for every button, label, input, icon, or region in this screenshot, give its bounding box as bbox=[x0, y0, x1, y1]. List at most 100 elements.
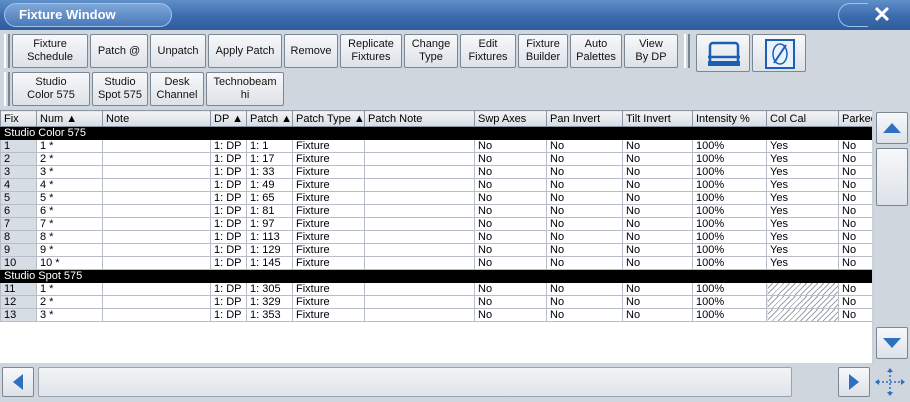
column-header[interactable]: Note bbox=[102, 110, 211, 127]
table-cell[interactable] bbox=[766, 295, 839, 309]
table-cell[interactable]: No bbox=[546, 256, 623, 270]
table-cell[interactable]: 100% bbox=[692, 178, 767, 192]
table-cell[interactable]: 1: 1 bbox=[246, 139, 293, 153]
table-row[interactable]: 22 * 1: DP 1: 17 Fixture No No No 100% Yes No bbox=[0, 152, 872, 166]
column-header[interactable]: Fix bbox=[0, 110, 37, 127]
fixture-schedule-button[interactable]: Fixture Schedule bbox=[12, 34, 88, 68]
table-cell[interactable]: 1: DP bbox=[210, 191, 247, 205]
table-cell[interactable]: 5 * bbox=[36, 191, 103, 205]
table-cell[interactable]: 1: DP bbox=[210, 178, 247, 192]
table-cell[interactable]: No bbox=[838, 256, 872, 270]
table-row[interactable]: 33 * 1: DP 1: 33 Fixture No No No 100% Yes No bbox=[0, 165, 872, 179]
table-cell[interactable]: Fixture bbox=[292, 308, 365, 322]
table-cell[interactable]: 1: 353 bbox=[246, 308, 293, 322]
table-cell[interactable]: Fixture bbox=[292, 295, 365, 309]
table-cell[interactable]: No bbox=[838, 191, 872, 205]
table-cell[interactable]: No bbox=[546, 152, 623, 166]
table-cell[interactable]: 100% bbox=[692, 191, 767, 205]
toolbar-grip[interactable] bbox=[4, 72, 10, 106]
table-cell[interactable]: No bbox=[546, 243, 623, 257]
table-cell[interactable]: 11 bbox=[0, 282, 37, 296]
table-cell[interactable] bbox=[102, 243, 211, 257]
table-cell[interactable]: No bbox=[622, 256, 693, 270]
column-header[interactable]: Patch Note bbox=[364, 110, 475, 127]
table-cell[interactable] bbox=[364, 282, 475, 296]
table-cell[interactable]: Yes bbox=[766, 230, 839, 244]
table-cell[interactable]: No bbox=[622, 178, 693, 192]
table-cell[interactable]: 3 * bbox=[36, 165, 103, 179]
table-cell[interactable]: No bbox=[838, 308, 872, 322]
table-cell[interactable] bbox=[102, 308, 211, 322]
column-header[interactable]: Num ▲ bbox=[36, 110, 103, 127]
table-cell[interactable]: No bbox=[622, 165, 693, 179]
table-row[interactable]: 77 * 1: DP 1: 97 Fixture No No No 100% Yes No bbox=[0, 217, 872, 231]
table-cell[interactable]: 1 * bbox=[36, 139, 103, 153]
table-cell[interactable]: 13 bbox=[0, 308, 37, 322]
table-cell[interactable]: 100% bbox=[692, 243, 767, 257]
table-cell[interactable]: 1: DP bbox=[210, 204, 247, 218]
table-cell[interactable]: 100% bbox=[692, 139, 767, 153]
table-cell[interactable]: No bbox=[622, 139, 693, 153]
table-cell[interactable] bbox=[364, 204, 475, 218]
table-row[interactable]: 12 2 * 1: DP 1: 329 Fixture No No No 100% No bbox=[0, 295, 872, 309]
table-cell[interactable]: 6 * bbox=[36, 204, 103, 218]
table-cell[interactable]: 9 bbox=[0, 243, 37, 257]
scroll-down-button[interactable] bbox=[876, 327, 908, 359]
table-cell[interactable]: Yes bbox=[766, 139, 839, 153]
table-cell[interactable]: No bbox=[838, 230, 872, 244]
move-window-button[interactable] bbox=[874, 367, 906, 397]
table-row[interactable]: 11 1 * 1: DP 1: 305 Fixture No No No 100% No bbox=[0, 282, 872, 296]
table-cell[interactable]: Fixture bbox=[292, 243, 365, 257]
table-cell[interactable] bbox=[102, 178, 211, 192]
table-cell[interactable] bbox=[102, 152, 211, 166]
column-header[interactable]: DP ▲ bbox=[210, 110, 247, 127]
table-cell[interactable]: 1: DP bbox=[210, 139, 247, 153]
table-cell[interactable]: 1: 49 bbox=[246, 178, 293, 192]
page-view-button[interactable] bbox=[752, 34, 806, 72]
patch-at-button[interactable]: Patch @ bbox=[90, 34, 148, 68]
print-button[interactable] bbox=[696, 34, 750, 72]
table-cell[interactable]: No bbox=[546, 178, 623, 192]
table-cell[interactable]: 1: DP bbox=[210, 217, 247, 231]
table-cell[interactable]: No bbox=[474, 230, 547, 244]
toolbar-grip[interactable] bbox=[684, 34, 690, 68]
table-cell[interactable]: 1: 81 bbox=[246, 204, 293, 218]
table-cell[interactable] bbox=[364, 191, 475, 205]
table-cell[interactable] bbox=[364, 217, 475, 231]
table-cell[interactable]: 2 * bbox=[36, 295, 103, 309]
table-cell[interactable]: 8 bbox=[0, 230, 37, 244]
table-row[interactable]: 66 * 1: DP 1: 81 Fixture No No No 100% Yes No bbox=[0, 204, 872, 218]
table-cell[interactable]: No bbox=[474, 204, 547, 218]
table-cell[interactable]: No bbox=[838, 165, 872, 179]
group-header-row[interactable]: Studio Color 575 bbox=[0, 126, 872, 140]
table-cell[interactable]: 1: DP bbox=[210, 243, 247, 257]
table-cell[interactable]: No bbox=[474, 295, 547, 309]
table-cell[interactable]: No bbox=[474, 243, 547, 257]
table-cell[interactable]: No bbox=[474, 165, 547, 179]
table-cell[interactable]: No bbox=[622, 217, 693, 231]
table-cell[interactable]: 100% bbox=[692, 217, 767, 231]
table-cell[interactable]: No bbox=[622, 230, 693, 244]
table-cell[interactable]: Fixture bbox=[292, 139, 365, 153]
table-cell[interactable]: 100% bbox=[692, 165, 767, 179]
table-cell[interactable]: No bbox=[838, 243, 872, 257]
table-cell[interactable]: No bbox=[474, 256, 547, 270]
table-cell[interactable] bbox=[102, 165, 211, 179]
table-row[interactable]: 55 * 1: DP 1: 65 Fixture No No No 100% Yes No bbox=[0, 191, 872, 205]
table-cell[interactable]: No bbox=[546, 308, 623, 322]
table-cell[interactable]: Fixture bbox=[292, 152, 365, 166]
table-cell[interactable]: Fixture bbox=[292, 204, 365, 218]
table-cell[interactable]: Yes bbox=[766, 217, 839, 231]
table-cell[interactable]: No bbox=[622, 191, 693, 205]
table-cell[interactable]: No bbox=[546, 282, 623, 296]
studio-spot-575-button[interactable]: Studio Spot 575 bbox=[92, 72, 148, 106]
scroll-right-button[interactable] bbox=[838, 367, 870, 397]
table-cell[interactable]: 100% bbox=[692, 204, 767, 218]
table-row[interactable]: 10 10 * 1: DP 1: 145 Fixture No No No 100% Yes No bbox=[0, 256, 872, 270]
table-cell[interactable]: 1: DP bbox=[210, 230, 247, 244]
table-cell[interactable] bbox=[364, 152, 475, 166]
table-cell[interactable]: 1: DP bbox=[210, 165, 247, 179]
table-cell[interactable]: 1: 113 bbox=[246, 230, 293, 244]
table-cell[interactable] bbox=[364, 230, 475, 244]
close-icon[interactable]: ✕ bbox=[862, 2, 902, 28]
